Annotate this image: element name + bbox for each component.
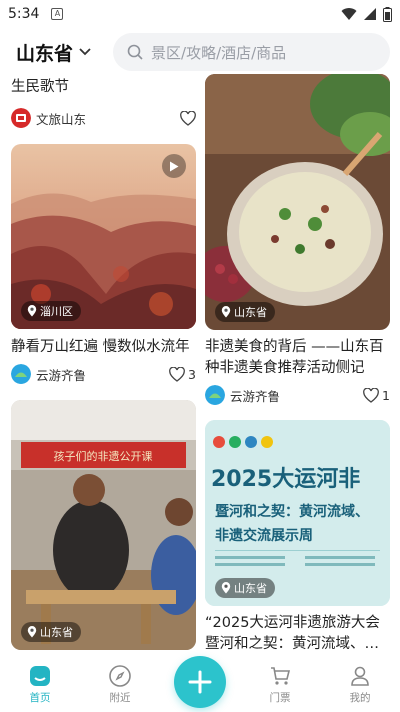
nav-item-tickets[interactable]: 门票: [240, 654, 320, 712]
like-count: 3: [188, 366, 196, 382]
like-button[interactable]: 1: [363, 387, 390, 403]
card-image: 孩子们的非遗公开课 山东省: [11, 400, 196, 650]
search-icon: [127, 44, 143, 60]
plus-icon: [188, 670, 212, 694]
nav-label-tickets: 门票: [269, 692, 291, 704]
battery-icon: [383, 6, 392, 22]
location-pin-icon: [27, 305, 37, 317]
location-label: 山东省: [234, 582, 267, 595]
location-badge: 山东省: [215, 302, 275, 322]
author-avatar: [11, 108, 31, 128]
like-count: 1: [382, 387, 390, 403]
wifi-icon: [341, 8, 357, 20]
content-feed[interactable]: 生民歌节 文旅山东 淄川区 静看万山红遍 慢数似水流年 云游齐鲁 3 孩子们的非…: [0, 74, 400, 654]
location-badge: 山东省: [21, 622, 81, 642]
signal-icon: [364, 8, 376, 20]
heart-icon: [169, 366, 185, 382]
province-selector[interactable]: 山东省: [16, 39, 91, 66]
location-pin-icon: [27, 626, 37, 638]
author-name: 云游齐鲁: [230, 388, 281, 404]
nav-item-home[interactable]: 首页: [0, 654, 80, 712]
card-meta: 云游齐鲁 3: [11, 363, 196, 385]
banner-text: 孩子们的非遗公开课: [54, 449, 153, 463]
header: 山东省 景区/攻略/酒店/商品: [0, 30, 400, 74]
location-label: 淄川区: [40, 305, 73, 318]
location-label: 山东省: [40, 626, 73, 639]
card-image: 山东省: [205, 74, 390, 330]
status-icons: [341, 6, 392, 22]
card-title: 非遗美食的背后 ——山东百种非遗美食推荐活动侧记: [205, 339, 384, 376]
author-avatar: [205, 385, 225, 405]
status-bar: 5:34 A: [0, 0, 400, 28]
play-icon: [162, 154, 186, 178]
author-avatar: [11, 364, 31, 384]
location-badge: 淄川区: [21, 301, 81, 321]
author-name: 文旅山东: [36, 111, 87, 127]
cart-icon: [271, 667, 291, 685]
province-label: 山东省: [16, 42, 74, 65]
compass-icon: [109, 665, 131, 687]
chevron-down-icon: [79, 48, 91, 56]
search-placeholder: 景区/攻略/酒店/商品: [151, 43, 287, 62]
search-bar[interactable]: 景区/攻略/酒店/商品: [113, 33, 390, 71]
heart-icon: [180, 110, 196, 126]
like-button[interactable]: 3: [169, 366, 196, 382]
nav-label-me: 我的: [349, 692, 371, 704]
card-image: 淄川区: [11, 144, 196, 329]
nav-label-nearby: 附近: [109, 692, 131, 704]
nav-item-me[interactable]: 我的: [320, 654, 400, 712]
notification-icon: A: [51, 8, 64, 20]
location-badge: 山东省: [215, 578, 275, 598]
author-name: 云游齐鲁: [36, 367, 87, 383]
card-image: 2025大运河非 暨河和之契：黄河流域、 非遗交流展示周 山东省: [205, 420, 390, 606]
poster-subtitle-1: 暨河和之契：黄河流域、: [215, 503, 369, 520]
poster-title: 2025大运河非: [211, 467, 360, 492]
nav-label-home: 首页: [29, 692, 51, 704]
poster-subtitle-2: 非遗交流展示周: [215, 527, 313, 544]
home-icon: [30, 666, 50, 686]
like-button[interactable]: [180, 110, 196, 126]
location-pin-icon: [221, 306, 231, 318]
location-label: 山东省: [234, 306, 267, 319]
person-icon: [351, 666, 369, 686]
heart-icon: [363, 387, 379, 403]
nav-item-nearby[interactable]: 附近: [80, 654, 160, 712]
location-pin-icon: [221, 582, 231, 594]
status-time: 5:34: [8, 6, 40, 22]
card-title: 生民歌节: [11, 79, 69, 95]
card-meta: 云游齐鲁 1: [205, 384, 390, 406]
card-title: “2025大运河非遗旅游大会 暨河和之契：黄河流域、…: [205, 615, 380, 652]
card-meta: 文旅山东: [11, 107, 196, 129]
add-button[interactable]: [174, 656, 226, 708]
card-title: 静看万山红遍 慢数似水流年: [11, 339, 190, 355]
